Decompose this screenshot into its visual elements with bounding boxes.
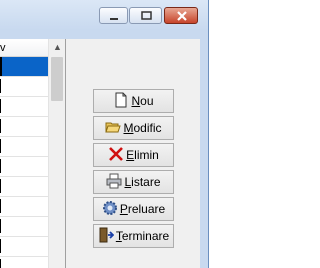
table-row[interactable]: [0, 117, 48, 137]
button-label: istare: [131, 175, 161, 189]
button-accelerator: E: [126, 148, 135, 162]
preluare-button[interactable]: Preluare: [93, 197, 174, 221]
table-row[interactable]: [0, 257, 48, 268]
button-label: erminare: [121, 229, 170, 243]
close-button[interactable]: [164, 7, 198, 24]
row-cell-edge: [0, 179, 1, 193]
table-row[interactable]: [0, 217, 48, 237]
close-icon: [177, 11, 187, 21]
button-label: odific: [133, 121, 162, 135]
frame-right: [200, 30, 208, 268]
button-accelerator: M: [123, 121, 134, 135]
modific-button[interactable]: Modific: [93, 116, 174, 140]
vertical-scrollbar[interactable]: ▲: [48, 39, 65, 268]
frame-top: [0, 30, 208, 39]
button-label: reluare: [127, 202, 166, 216]
listare-button[interactable]: Listare: [93, 170, 174, 194]
table-row[interactable]: [0, 197, 48, 217]
button-accelerator: N: [131, 94, 141, 108]
window: v ▲ Nou Modific Elimin Listare Preluare Termi…: [0, 0, 209, 268]
grid-column-header[interactable]: v: [0, 39, 48, 57]
elimin-button[interactable]: Elimin: [93, 143, 174, 167]
row-cell-edge: [0, 239, 1, 253]
table-row[interactable]: [0, 137, 48, 157]
exit-door-icon: [98, 227, 116, 243]
row-cell-edge: [0, 159, 1, 173]
table-row[interactable]: [0, 57, 48, 77]
data-grid[interactable]: v ▲: [0, 39, 66, 268]
row-cell-edge: [0, 57, 2, 76]
table-row[interactable]: [0, 177, 48, 197]
table-row[interactable]: [0, 97, 48, 117]
table-row[interactable]: [0, 157, 48, 177]
button-label: ou: [140, 94, 154, 108]
row-cell-edge: [0, 99, 1, 113]
table-row[interactable]: [0, 237, 48, 257]
title-bar[interactable]: [0, 0, 208, 30]
open-folder-icon: [105, 121, 123, 135]
scroll-up-icon[interactable]: ▲: [49, 39, 65, 56]
row-cell-edge: [0, 219, 1, 233]
row-cell-edge: [0, 259, 1, 268]
table-row[interactable]: [0, 77, 48, 97]
printer-icon: [106, 173, 124, 189]
row-cell-edge: [0, 119, 1, 133]
red-x-icon: [108, 147, 126, 162]
row-cell-edge: [0, 79, 1, 93]
button-accelerator: P: [119, 202, 128, 216]
row-cell-edge: [0, 199, 1, 213]
maximize-button[interactable]: [129, 7, 162, 24]
terminare-button[interactable]: Terminare: [93, 224, 174, 248]
button-label: limin: [134, 148, 159, 162]
minimize-button[interactable]: [99, 7, 128, 24]
scroll-thumb[interactable]: [51, 57, 63, 101]
minimize-icon: [110, 18, 118, 20]
gear-icon: [102, 201, 120, 216]
new-document-icon: [113, 92, 131, 108]
row-cell-edge: [0, 139, 1, 153]
nou-button[interactable]: Nou: [93, 89, 174, 113]
client-area: v ▲ Nou Modific Elimin Listare Preluare Termi…: [0, 39, 200, 268]
restore-icon: [141, 11, 152, 20]
